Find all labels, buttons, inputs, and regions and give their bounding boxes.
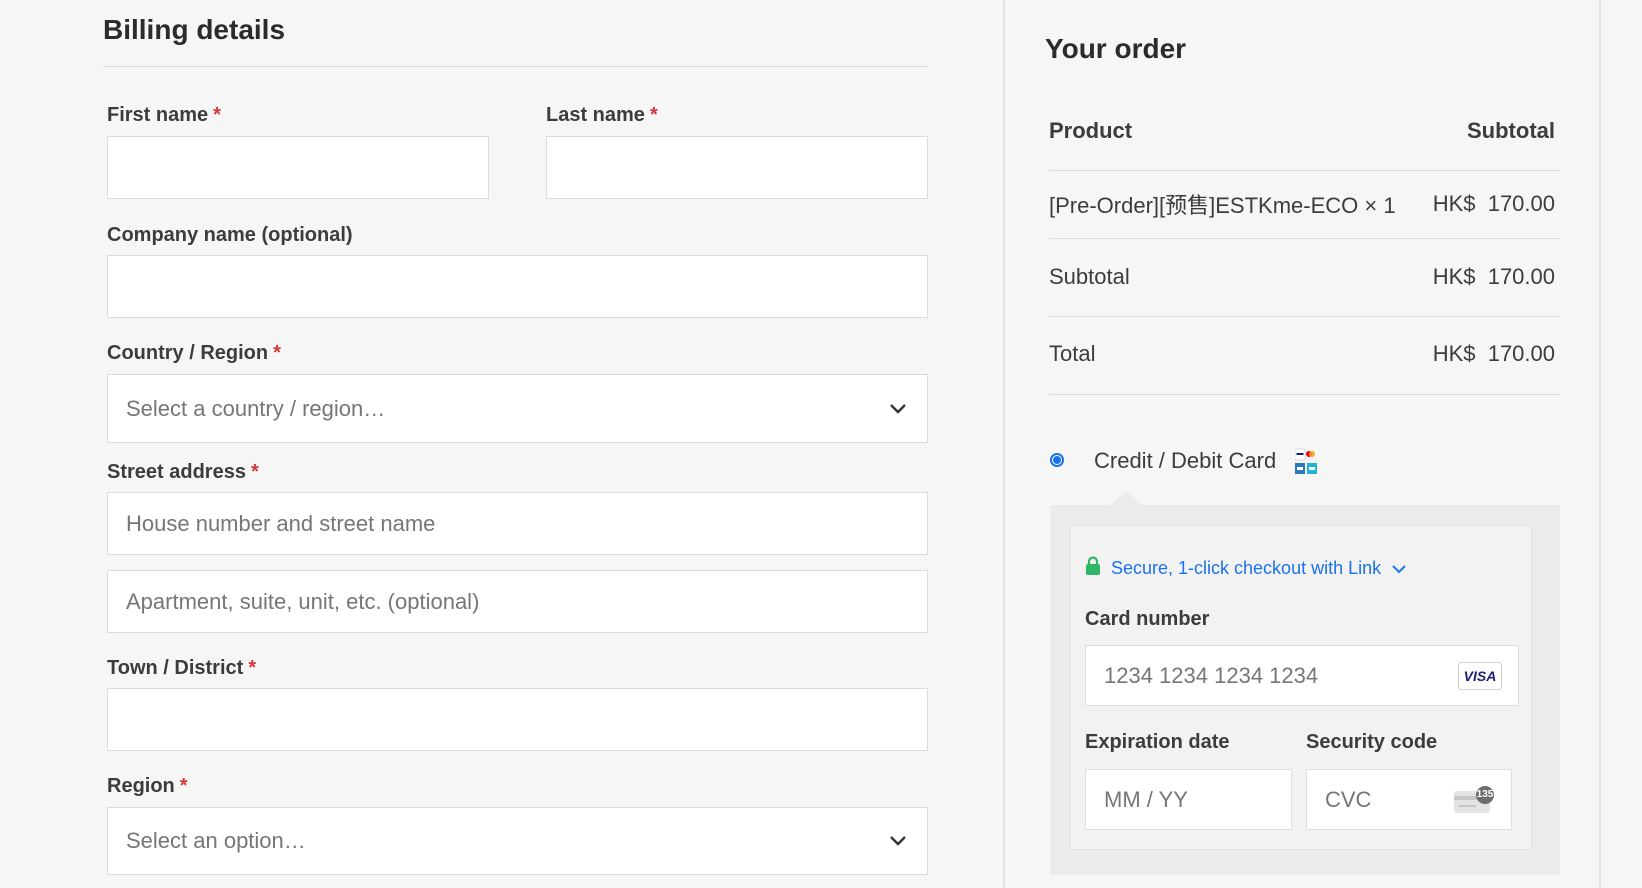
chevron-down-icon xyxy=(1391,558,1407,579)
region-select-placeholder: Select an option… xyxy=(126,828,306,853)
required-mark: * xyxy=(213,104,221,126)
billing-title: Billing details xyxy=(103,14,286,45)
expiration-placeholder: MM / YY xyxy=(1104,786,1188,812)
card-number-placeholder: 1234 1234 1234 1234 xyxy=(1104,662,1319,688)
credit-card-radio[interactable] xyxy=(1050,453,1064,467)
required-mark: * xyxy=(273,342,281,364)
row-divider xyxy=(1049,394,1560,395)
total-row: Total HK$ 170.00 xyxy=(1049,338,1555,370)
credit-card-label[interactable]: Credit / Debit Card xyxy=(1094,448,1276,474)
subtotal-label: Subtotal xyxy=(1049,264,1130,289)
security-code-input[interactable]: CVC 135 xyxy=(1306,769,1512,830)
street-address-line1-input[interactable]: House number and street name xyxy=(107,492,928,555)
card-number-label: Card number xyxy=(1085,608,1210,630)
required-mark: * xyxy=(649,104,658,126)
order-item-name: [Pre-Order][预售]ESTKme-ECO × 1 xyxy=(1049,193,1396,218)
expiration-date-label: Expiration date xyxy=(1085,731,1230,753)
chevron-down-icon xyxy=(887,830,909,852)
country-label: Country / Region * xyxy=(107,342,281,365)
row-divider xyxy=(1049,170,1560,171)
street-line1-placeholder: House number and street name xyxy=(126,510,436,536)
town-label-text: Town / District xyxy=(107,657,244,679)
country-label-text: Country / Region xyxy=(107,342,269,364)
first-name-label-text: First name xyxy=(107,104,209,126)
order-item-row: [Pre-Order][预售]ESTKme-ECO × 1 HK$ 170.00 xyxy=(1049,188,1555,220)
country-select-placeholder: Select a country / region… xyxy=(126,395,386,421)
company-label: Company name (optional) xyxy=(107,224,353,246)
street-address-line2-input[interactable]: Apartment, suite, unit, etc. (optional) xyxy=(107,570,928,633)
subtotal-column-header: Subtotal xyxy=(1467,118,1555,143)
last-name-label: Last name * xyxy=(546,104,658,127)
required-mark: * xyxy=(179,775,188,797)
cvc-placeholder: CVC xyxy=(1325,786,1372,812)
link-checkout-text: Secure, 1-click checkout with Link xyxy=(1111,558,1382,578)
card-number-input[interactable]: 1234 1234 1234 1234 VISA xyxy=(1085,645,1519,706)
row-divider xyxy=(1049,316,1560,317)
order-table-header: Product Subtotal xyxy=(1049,115,1555,147)
region-select[interactable]: Select an option… xyxy=(107,807,928,875)
street-line2-placeholder: Apartment, suite, unit, etc. (optional) xyxy=(126,588,480,614)
subtotal-row: Subtotal HK$ 170.00 xyxy=(1049,261,1555,293)
subtotal-value: HK$ 170.00 xyxy=(1432,264,1555,289)
billing-divider xyxy=(103,66,928,67)
row-divider xyxy=(1049,238,1560,239)
required-mark: * xyxy=(248,657,257,679)
radio-selected-dot xyxy=(1053,456,1061,464)
last-name-input[interactable] xyxy=(546,136,928,199)
region-label-text: Region xyxy=(107,775,175,797)
street-label: Street address * xyxy=(107,461,259,484)
chevron-down-icon xyxy=(887,398,909,420)
visa-icon: VISA xyxy=(1458,661,1502,690)
first-name-input[interactable] xyxy=(107,136,489,199)
total-value: HK$ 170.00 xyxy=(1432,341,1555,366)
town-label: Town / District * xyxy=(107,657,256,680)
company-input[interactable] xyxy=(107,255,928,318)
expiration-date-input[interactable]: MM / YY xyxy=(1085,769,1292,830)
cvc-icon-digits: 135 xyxy=(1476,788,1494,800)
street-label-text: Street address xyxy=(107,461,246,483)
product-column-header: Product xyxy=(1049,118,1133,143)
column-divider xyxy=(1003,0,1005,888)
required-mark: * xyxy=(250,461,259,483)
column-divider xyxy=(1599,0,1601,888)
link-checkout-toggle[interactable]: Secure, 1-click checkout with Link xyxy=(1085,556,1407,581)
security-code-label: Security code xyxy=(1306,731,1438,753)
order-title: Your order xyxy=(1045,33,1187,64)
lock-icon xyxy=(1085,556,1101,581)
first-name-label: First name * xyxy=(107,104,221,127)
region-label: Region * xyxy=(107,775,188,798)
card-brands-icon xyxy=(1294,448,1317,476)
cvc-card-icon: 135 xyxy=(1453,785,1495,815)
payment-box-notch xyxy=(1110,491,1142,505)
total-label: Total xyxy=(1049,341,1096,366)
country-select[interactable]: Select a country / region… xyxy=(107,374,928,443)
last-name-label-text: Last name xyxy=(546,104,645,126)
town-input[interactable] xyxy=(107,688,928,751)
order-item-price: HK$ 170.00 xyxy=(1432,191,1555,216)
